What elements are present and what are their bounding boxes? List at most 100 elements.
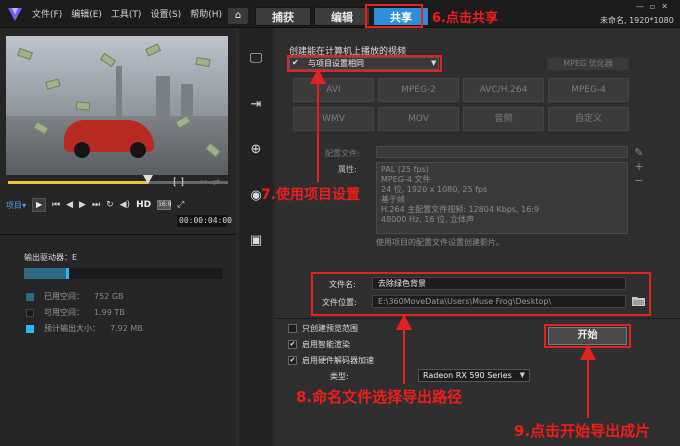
aspect-ratio-button[interactable]: 16:9 (157, 200, 172, 210)
option-label: 启用智能渲染 (302, 340, 350, 349)
legend-swatch (26, 324, 34, 333)
menu-edit[interactable]: 编辑(E) (71, 7, 102, 20)
divider (0, 234, 236, 235)
legend-value: 7.92 MB (110, 324, 143, 333)
checkbox-preview-only[interactable] (288, 324, 297, 333)
start-button[interactable]: 开始 (548, 327, 627, 345)
option-label: 只创建预览范围 (302, 324, 358, 333)
volume-icon[interactable]: ◀) (120, 200, 130, 210)
folder-icon[interactable] (632, 295, 645, 306)
chevron-down-icon: ▼ (519, 371, 525, 379)
playback-controls: 项目▾ ▶ ⏮ ◀ ▶ ⏭ ↻ ◀) HD 16:9 ⤢ (6, 198, 184, 212)
app-logo-icon (8, 8, 22, 21)
remove-icon[interactable]: − (632, 174, 646, 188)
preview-wheel (130, 142, 146, 158)
add-icon[interactable]: + (632, 160, 646, 174)
tab-edit[interactable]: 编辑 (314, 7, 370, 26)
legend-label: 已用空间： (44, 292, 84, 301)
format-avc-h264[interactable]: AVC/H.264 (463, 78, 544, 102)
filename-input[interactable]: 去除绿色背景 (372, 277, 626, 290)
output-drive-label: 输出驱动器：E (24, 253, 78, 262)
menu-tools[interactable]: 工具(T) (111, 7, 142, 20)
mpeg-optimizer-button[interactable]: MPEG 优化器 (547, 58, 629, 70)
filename-label: 文件名: (329, 280, 356, 289)
property-line: 24 位, 1920 x 1080, 25 fps (381, 185, 488, 194)
property-line: 48000 Hz, 16 位, 立体声 (381, 215, 475, 224)
gpu-type-value: Radeon RX 590 Series (423, 371, 512, 380)
legend-swatch (26, 292, 34, 301)
share-highlight-box (365, 4, 423, 28)
go-end-icon[interactable]: ⏭ (92, 200, 100, 210)
clip-tools[interactable]: ✂⇄ (200, 178, 225, 188)
menu-help[interactable]: 帮助(H) (190, 7, 222, 20)
property-line: PAL (25 fps) (381, 165, 429, 174)
timeline-progress (8, 181, 148, 184)
preview-bill (75, 101, 91, 111)
video-preview[interactable] (6, 36, 228, 175)
format-wmv[interactable]: WMV (293, 107, 374, 131)
maximize-icon[interactable]: ▫ (650, 2, 661, 11)
annotation-step7: 7.使用项目设置 (261, 187, 361, 203)
menu-file[interactable]: 文件(F) (32, 7, 62, 20)
legend-label: 预计输出大小： (44, 324, 100, 333)
legend-estimated: 预计输出大小： 7.92 MB (26, 323, 143, 334)
properties-label: 属性: (338, 165, 357, 174)
option-smart-render: ✔ 启用智能渲染 (288, 339, 350, 350)
3d-video-icon[interactable]: ▣ (245, 232, 267, 250)
prev-frame-icon[interactable]: ◀ (66, 200, 73, 210)
config-tools: ✎ + − (632, 146, 646, 188)
hd-toggle[interactable]: HD (136, 200, 151, 210)
annotation-step8: 8.命名文件选择导出路径 (296, 388, 463, 406)
preview-building (116, 66, 122, 116)
device-export-icon[interactable]: ⇥ (245, 96, 267, 114)
checkbox-hw-decoder[interactable]: ✔ (288, 356, 297, 365)
divider (276, 318, 680, 319)
format-mpeg4[interactable]: MPEG-4 (548, 78, 629, 102)
preview-building (156, 76, 170, 116)
drive-used-fill (24, 268, 66, 279)
web-globe-icon[interactable]: ⊕ (245, 141, 267, 159)
fullscreen-icon[interactable]: ⤢ (177, 200, 184, 210)
project-mode-dropdown[interactable]: 项目▾ (6, 200, 26, 211)
home-icon[interactable]: ⌂ (228, 8, 248, 24)
preview-building (181, 84, 193, 116)
config-file-select[interactable] (376, 146, 628, 158)
menu-settings[interactable]: 设置(S) (150, 7, 181, 20)
computer-icon[interactable]: 🖵 (245, 50, 267, 68)
menu-bar: 文件(F) 编辑(E) 工具(T) 设置(S) 帮助(H) (32, 7, 222, 20)
timecode-display[interactable]: 00:00:04:00 (177, 215, 232, 227)
format-grid: AVI MPEG-2 AVC/H.264 MPEG-4 WMV MOV 音频 自… (293, 78, 629, 131)
play-icon[interactable]: ▶ (32, 198, 47, 212)
format-avi[interactable]: AVI (293, 78, 374, 102)
preview-wheel (74, 142, 90, 158)
next-frame-icon[interactable]: ▶ (79, 200, 86, 210)
properties-box: PAL (25 fps) MPEG-4 文件 24 位, 1920 x 1080… (376, 162, 628, 234)
trim-markers[interactable]: [ ] (173, 177, 184, 188)
tab-capture[interactable]: 捕获 (255, 7, 311, 26)
edit-icon[interactable]: ✎ (632, 146, 646, 160)
profile-note: 使用项目的配置文件设置创建影片。 (376, 238, 504, 247)
legend-value: 752 GB (94, 292, 124, 301)
format-mov[interactable]: MOV (378, 107, 459, 131)
minimize-icon[interactable]: — (636, 2, 650, 11)
close-icon[interactable]: ✕ (661, 2, 674, 11)
project-info: 未命名, 1920*1080 (600, 16, 674, 25)
option-hw-decoder: ✔ 启用硬件解码器加速 (288, 355, 374, 366)
format-custom[interactable]: 自定义 (548, 107, 629, 131)
profile-highlight-box (287, 55, 442, 72)
option-preview-only: 只创建预览范围 (288, 323, 358, 334)
checkbox-smart-render[interactable]: ✔ (288, 340, 297, 349)
go-start-icon[interactable]: ⏮ (52, 200, 60, 210)
estimated-output-marker (66, 268, 69, 279)
window-controls[interactable]: —▫✕ (636, 2, 674, 11)
location-input[interactable]: E:\360MoveData\Users\Muse Frog\Desktop\ (372, 295, 626, 308)
property-line: H.264 主配置文件视频: 12804 Kbps, 16:9 (381, 205, 540, 214)
property-line: MPEG-4 文件 (381, 175, 431, 184)
annotation-step9: 9.点击开始导出成片 (514, 422, 651, 440)
repeat-icon[interactable]: ↻ (106, 200, 114, 210)
annotation-step6: 6.点击共享 (432, 11, 498, 26)
format-mpeg2[interactable]: MPEG-2 (378, 78, 459, 102)
gpu-type-select[interactable]: Radeon RX 590 Series ▼ (418, 369, 530, 382)
format-audio[interactable]: 音频 (463, 107, 544, 131)
type-label: 类型: (330, 372, 349, 381)
